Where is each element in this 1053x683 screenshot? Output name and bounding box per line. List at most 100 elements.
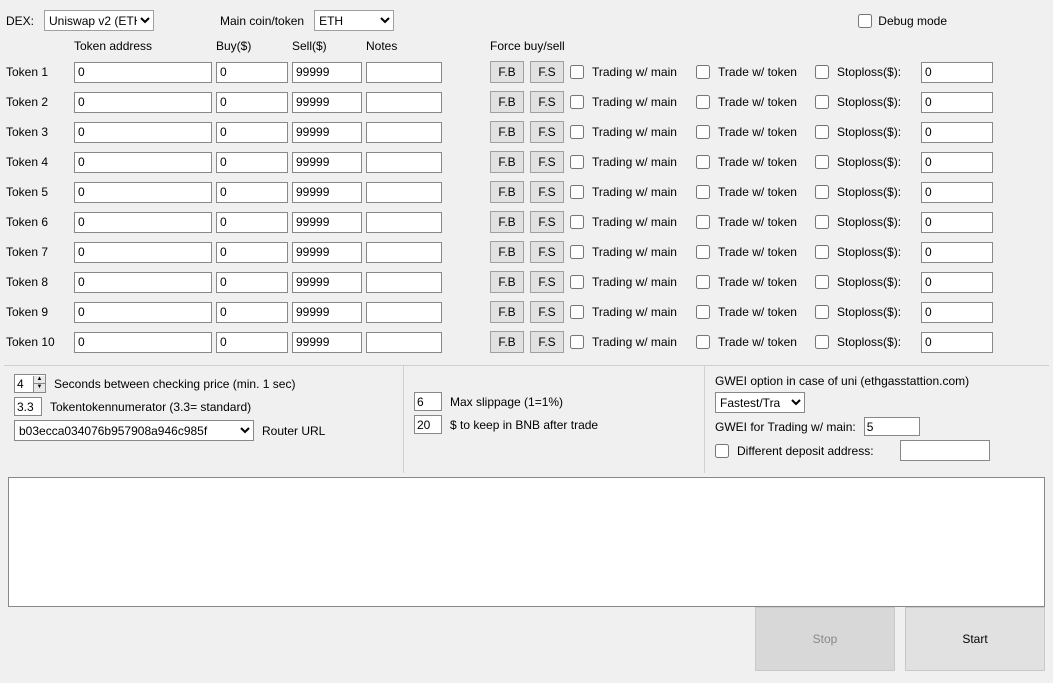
trade-main-checkbox[interactable] <box>570 155 584 169</box>
force-sell-button[interactable]: F.S <box>530 211 564 233</box>
notes-input[interactable] <box>366 332 442 353</box>
seconds-input[interactable] <box>15 375 33 392</box>
buy-input[interactable] <box>216 62 288 83</box>
sell-input[interactable] <box>292 332 362 353</box>
trade-main-checkbox[interactable] <box>570 185 584 199</box>
buy-input[interactable] <box>216 152 288 173</box>
dex-select[interactable]: Uniswap v2 (ETH) <box>44 10 154 31</box>
force-sell-button[interactable]: F.S <box>530 151 564 173</box>
force-buy-button[interactable]: F.B <box>490 271 524 293</box>
buy-input[interactable] <box>216 302 288 323</box>
notes-input[interactable] <box>366 182 442 203</box>
force-sell-button[interactable]: F.S <box>530 181 564 203</box>
buy-input[interactable] <box>216 242 288 263</box>
token-address-input[interactable] <box>74 332 212 353</box>
buy-input[interactable] <box>216 182 288 203</box>
trade-token-checkbox[interactable] <box>696 335 710 349</box>
token-address-input[interactable] <box>74 62 212 83</box>
buy-input[interactable] <box>216 272 288 293</box>
stoploss-checkbox[interactable] <box>815 275 829 289</box>
sell-input[interactable] <box>292 62 362 83</box>
stoploss-checkbox[interactable] <box>815 155 829 169</box>
token-address-input[interactable] <box>74 212 212 233</box>
trade-main-checkbox[interactable] <box>570 215 584 229</box>
seconds-spinner[interactable]: ▲▼ <box>14 374 46 393</box>
diff-deposit-input[interactable] <box>900 440 990 461</box>
trade-token-checkbox[interactable] <box>696 125 710 139</box>
force-buy-button[interactable]: F.B <box>490 301 524 323</box>
force-buy-button[interactable]: F.B <box>490 211 524 233</box>
start-button[interactable]: Start <box>905 607 1045 671</box>
buy-input[interactable] <box>216 92 288 113</box>
notes-input[interactable] <box>366 302 442 323</box>
notes-input[interactable] <box>366 212 442 233</box>
stoploss-input[interactable] <box>921 182 993 203</box>
stoploss-input[interactable] <box>921 122 993 143</box>
token-address-input[interactable] <box>74 272 212 293</box>
token-address-input[interactable] <box>74 122 212 143</box>
trade-main-checkbox[interactable] <box>570 95 584 109</box>
stoploss-input[interactable] <box>921 272 993 293</box>
debug-checkbox[interactable] <box>858 14 872 28</box>
force-buy-button[interactable]: F.B <box>490 121 524 143</box>
trade-token-checkbox[interactable] <box>696 275 710 289</box>
buy-input[interactable] <box>216 122 288 143</box>
token-address-input[interactable] <box>74 182 212 203</box>
trade-token-checkbox[interactable] <box>696 305 710 319</box>
token-address-input[interactable] <box>74 152 212 173</box>
notes-input[interactable] <box>366 152 442 173</box>
router-select[interactable]: b03ecca034076b957908a946c985f <box>14 420 254 441</box>
force-sell-button[interactable]: F.S <box>530 241 564 263</box>
notes-input[interactable] <box>366 122 442 143</box>
force-buy-button[interactable]: F.B <box>490 151 524 173</box>
trade-token-checkbox[interactable] <box>696 95 710 109</box>
token-address-input[interactable] <box>74 302 212 323</box>
trade-main-checkbox[interactable] <box>570 305 584 319</box>
trade-main-checkbox[interactable] <box>570 245 584 259</box>
sell-input[interactable] <box>292 152 362 173</box>
gwei-option-select[interactable]: Fastest/Tra <box>715 392 805 413</box>
numerator-input[interactable] <box>14 397 42 416</box>
stoploss-checkbox[interactable] <box>815 215 829 229</box>
buy-input[interactable] <box>216 332 288 353</box>
token-address-input[interactable] <box>74 92 212 113</box>
stoploss-input[interactable] <box>921 62 993 83</box>
sell-input[interactable] <box>292 92 362 113</box>
trade-token-checkbox[interactable] <box>696 155 710 169</box>
force-buy-button[interactable]: F.B <box>490 331 524 353</box>
trade-token-checkbox[interactable] <box>696 245 710 259</box>
diff-deposit-checkbox[interactable] <box>715 444 729 458</box>
stoploss-input[interactable] <box>921 92 993 113</box>
trade-token-checkbox[interactable] <box>696 215 710 229</box>
force-sell-button[interactable]: F.S <box>530 121 564 143</box>
sell-input[interactable] <box>292 272 362 293</box>
slippage-input[interactable] <box>414 392 442 411</box>
notes-input[interactable] <box>366 92 442 113</box>
force-buy-button[interactable]: F.B <box>490 91 524 113</box>
keep-input[interactable] <box>414 415 442 434</box>
stoploss-checkbox[interactable] <box>815 125 829 139</box>
stoploss-input[interactable] <box>921 212 993 233</box>
stoploss-input[interactable] <box>921 152 993 173</box>
sell-input[interactable] <box>292 182 362 203</box>
gwei-main-input[interactable] <box>864 417 920 436</box>
trade-main-checkbox[interactable] <box>570 275 584 289</box>
stoploss-checkbox[interactable] <box>815 305 829 319</box>
stoploss-checkbox[interactable] <box>815 65 829 79</box>
sell-input[interactable] <box>292 242 362 263</box>
spin-up-icon[interactable]: ▲ <box>33 376 45 384</box>
stoploss-checkbox[interactable] <box>815 245 829 259</box>
trade-main-checkbox[interactable] <box>570 65 584 79</box>
force-sell-button[interactable]: F.S <box>530 61 564 83</box>
trade-token-checkbox[interactable] <box>696 185 710 199</box>
notes-input[interactable] <box>366 272 442 293</box>
sell-input[interactable] <box>292 212 362 233</box>
stoploss-input[interactable] <box>921 242 993 263</box>
stoploss-checkbox[interactable] <box>815 335 829 349</box>
trade-token-checkbox[interactable] <box>696 65 710 79</box>
stoploss-input[interactable] <box>921 332 993 353</box>
maincoin-select[interactable]: ETH <box>314 10 394 31</box>
stoploss-input[interactable] <box>921 302 993 323</box>
force-buy-button[interactable]: F.B <box>490 241 524 263</box>
token-address-input[interactable] <box>74 242 212 263</box>
